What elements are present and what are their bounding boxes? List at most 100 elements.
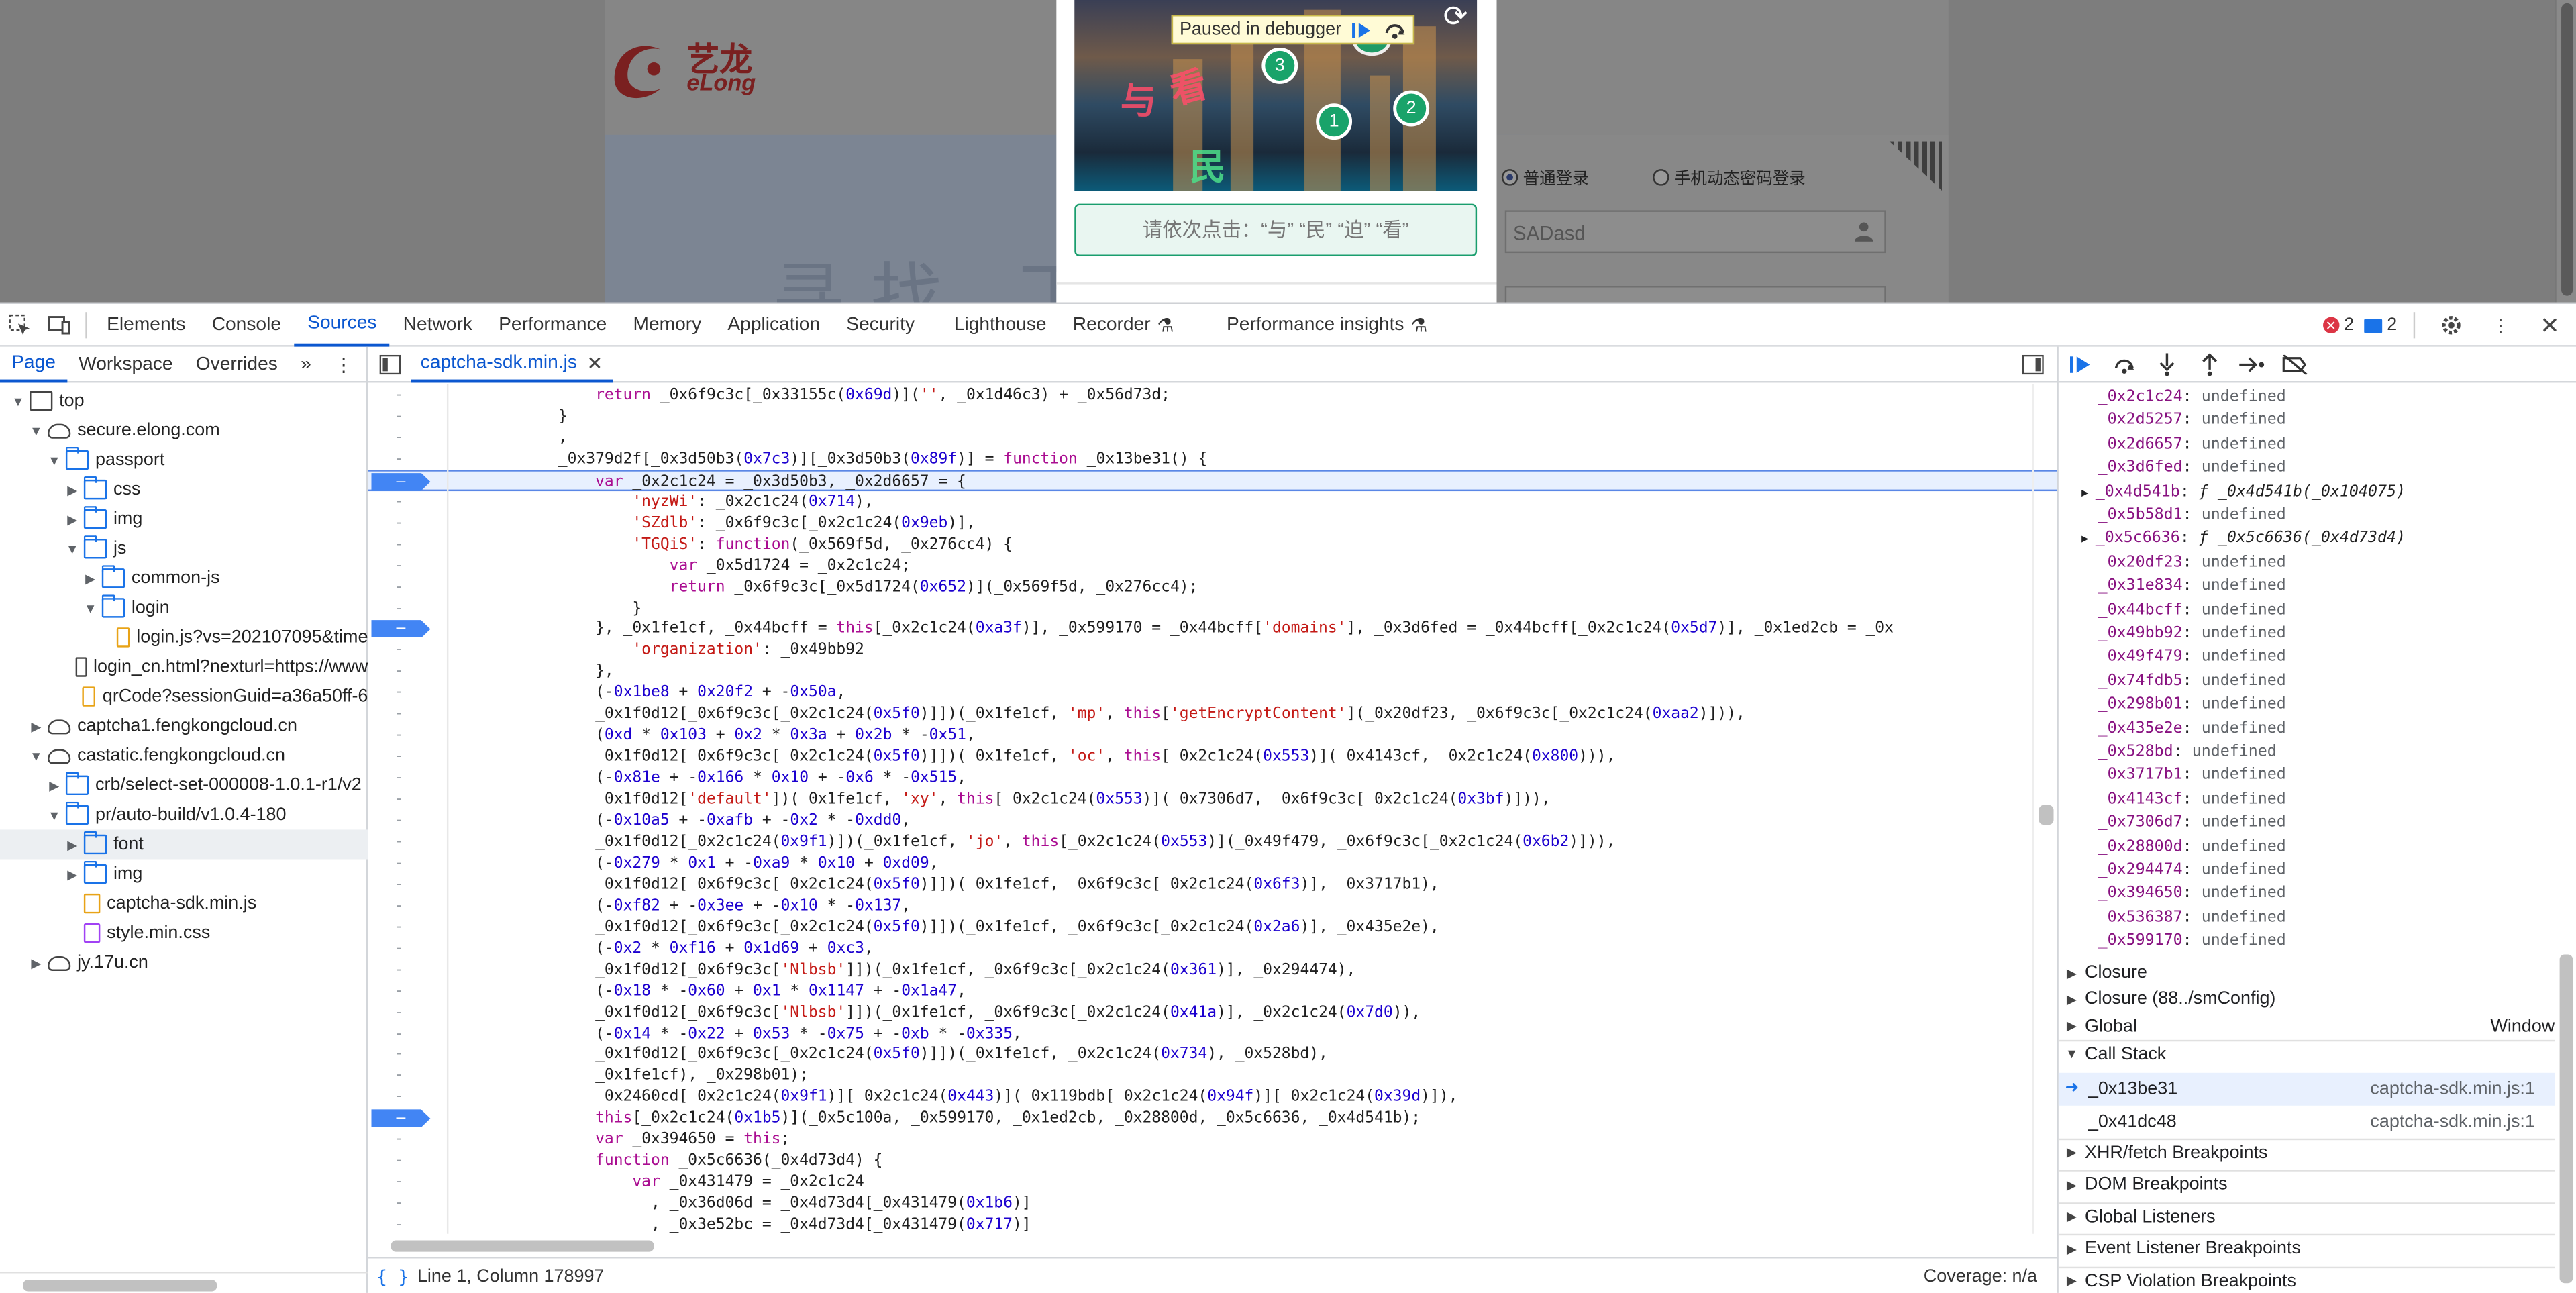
step-into-button[interactable] xyxy=(2154,351,2180,377)
navigator-menu-button[interactable]: ⋮ xyxy=(323,346,364,382)
triangle-down-icon[interactable]: ▼ xyxy=(46,453,62,468)
captcha-marker-2[interactable]: 2 xyxy=(1393,90,1430,127)
triangle-right-icon[interactable]: ▶ xyxy=(64,837,80,851)
tab-performance[interactable]: Performance xyxy=(486,303,620,346)
line-gutter[interactable]: - xyxy=(368,725,430,746)
line-gutter[interactable]: - xyxy=(368,895,430,917)
captcha-marker-1[interactable]: 1 xyxy=(1316,103,1353,140)
scope-variable[interactable]: ▶ _0x4d541b: ƒ _0x4d541b(_0x104075) xyxy=(2059,480,2555,504)
scroll-thumb[interactable] xyxy=(391,1240,654,1252)
tab-recorder[interactable]: Recorder ⚗ xyxy=(1060,303,1187,346)
code-line[interactable]: - var _0x394650 = this; xyxy=(368,1129,2057,1151)
code-line[interactable]: - var _0x431479 = _0x2c1c24 xyxy=(368,1172,2057,1193)
code-line[interactable]: - _0x1fe1cf), _0x298b01); xyxy=(368,1066,2057,1087)
line-gutter[interactable]: - xyxy=(368,490,430,512)
more-options-button[interactable]: ⋮ xyxy=(2481,304,2520,347)
code-line[interactable]: - (0xd * 0x103 + 0x2 * 0x3a + 0x2b * -0x… xyxy=(368,725,2057,746)
scroll-thumb[interactable] xyxy=(2559,954,2573,1284)
tree-item[interactable]: ▶ crb/select-set-000008-1.0.1-r1/v2 xyxy=(0,770,368,800)
tree-item[interactable]: ▶ captcha1.fengkongcloud.cn xyxy=(0,711,368,741)
step-button[interactable] xyxy=(2239,351,2265,377)
scope-variable[interactable]: ▶ _0x5c6636: ƒ _0x5c6636(_0x4d73d4) xyxy=(2059,528,2555,552)
tab-console[interactable]: Console xyxy=(199,303,295,346)
scope-variable[interactable]: _0x49f479: undefined xyxy=(2059,646,2555,670)
code-line[interactable]: - 'organization': _0x49bb92 xyxy=(368,639,2057,661)
step-over-button[interactable] xyxy=(2111,351,2137,377)
line-gutter[interactable]: - xyxy=(368,810,430,831)
device-toolbar-button[interactable] xyxy=(40,303,79,346)
code-line[interactable]: - , _0x3e52bc = _0x4d73d4[_0x431479(0x71… xyxy=(368,1214,2057,1234)
breakpoint-section[interactable]: ▶ CSP Violation Breakpoints xyxy=(2058,1266,2555,1292)
line-gutter[interactable]: - xyxy=(368,406,430,427)
code-line[interactable]: - _0x1f0d12[_0x6f9c3c[_0x2c1c24(0x5f0)]]… xyxy=(368,917,2057,938)
code-line[interactable]: - 'SZdlb': _0x6f9c3c[_0x2c1c24(0x9eb)], xyxy=(368,512,2057,533)
line-gutter[interactable]: - xyxy=(368,1086,430,1108)
page-scrollbar[interactable] xyxy=(2555,0,2576,303)
line-gutter[interactable]: - xyxy=(368,1023,430,1044)
code-line[interactable]: - }, xyxy=(368,661,2057,682)
code-line[interactable]: - (-0x279 * 0x1 + -0xa9 * 0x10 + 0xd09, xyxy=(368,852,2057,874)
scope-variable[interactable]: _0x3d6fed: undefined xyxy=(2059,457,2555,480)
line-gutter[interactable]: - xyxy=(368,1129,430,1151)
tab-elements[interactable]: Elements xyxy=(94,303,199,346)
code-line[interactable]: – }, _0x1fe1cf, _0x44bcff = this[_0x2c1c… xyxy=(368,619,2057,640)
line-gutter[interactable]: - xyxy=(368,959,430,980)
scope-variable[interactable]: _0x528bd: undefined xyxy=(2059,741,2555,764)
line-gutter[interactable]: - xyxy=(368,1001,430,1023)
line-gutter[interactable]: - xyxy=(368,427,430,448)
tab-security[interactable]: Security xyxy=(833,303,928,346)
code-line[interactable]: - (-0x14 * -0x22 + 0x53 * -0x75 + -0xb *… xyxy=(368,1023,2057,1044)
tab-memory[interactable]: Memory xyxy=(620,303,715,346)
code-line[interactable]: - (-0x18 * -0x60 + 0x1 * 0x1147 + -0x1a4… xyxy=(368,980,2057,1002)
line-gutter[interactable]: - xyxy=(368,555,430,576)
code-line[interactable]: - _0x1f0d12[_0x6f9c3c['Nlbsb']])(_0x1fe1… xyxy=(368,959,2057,980)
execution-line[interactable]: – var _0x2c1c24 = _0x3d50b3, _0x2d6657 =… xyxy=(368,469,2057,491)
resume-button[interactable] xyxy=(1351,19,1374,39)
scroll-thumb[interactable] xyxy=(23,1280,217,1292)
tree-item[interactable]: ▼ pr/auto-build/v1.0.4-180 xyxy=(0,800,368,829)
scope-section[interactable]: ▶ Closure (88../smConfig) xyxy=(2059,986,2555,1014)
breakpoint-marker[interactable]: – xyxy=(371,1109,431,1128)
file-tab[interactable]: captcha-sdk.min.js ✕ xyxy=(411,346,613,382)
message-count-badge[interactable]: 2 xyxy=(2363,315,2397,335)
call-frame[interactable]: _0x41dc48 captcha-sdk.min.js:1 xyxy=(2059,1105,2555,1138)
breakpoint-section[interactable]: ▶ Global Listeners xyxy=(2058,1202,2555,1230)
scope-variable[interactable]: _0x298b01: undefined xyxy=(2059,694,2555,717)
tab-network[interactable]: Network xyxy=(390,303,485,346)
scope-variable[interactable]: _0x31e834: undefined xyxy=(2059,575,2555,599)
scope-variable[interactable]: _0x4143cf: undefined xyxy=(2059,788,2555,812)
code-line[interactable]: - var _0x5d1724 = _0x2c1c24; xyxy=(368,555,2057,576)
scope-variable[interactable]: _0x74fdb5: undefined xyxy=(2059,670,2555,693)
breakpoint-marker[interactable]: – xyxy=(371,620,431,639)
scope-variable[interactable]: _0x599170: undefined xyxy=(2059,930,2555,953)
close-tab-icon[interactable]: ✕ xyxy=(587,351,603,374)
scope-variable[interactable]: _0x3717b1: undefined xyxy=(2059,764,2555,788)
line-gutter[interactable]: – xyxy=(368,1108,431,1129)
line-gutter[interactable]: - xyxy=(368,682,430,704)
scope-variable[interactable]: _0x5b58d1: undefined xyxy=(2059,505,2555,528)
tab-lighthouse[interactable]: Lighthouse xyxy=(941,303,1060,346)
code-line[interactable]: - } xyxy=(368,597,2057,619)
triangle-right-icon[interactable]: ▶ xyxy=(46,778,62,792)
tree-item[interactable]: ▶ font xyxy=(0,829,368,860)
refresh-icon[interactable]: ⟳ xyxy=(1436,0,1476,36)
scope-variable[interactable]: _0x28800d: undefined xyxy=(2059,835,2555,859)
line-gutter[interactable]: - xyxy=(368,1150,430,1172)
resume-button[interactable] xyxy=(2069,351,2095,377)
triangle-down-icon[interactable]: ▼ xyxy=(28,423,44,437)
tab-page[interactable]: Page xyxy=(0,346,68,382)
scope-variable[interactable]: _0x49bb92: undefined xyxy=(2059,623,2555,646)
line-gutter[interactable]: - xyxy=(368,874,430,895)
code-line[interactable]: - (-0xf82 + -0x3ee + -0x10 * -0x137, xyxy=(368,895,2057,917)
editor-vscrollbar[interactable] xyxy=(2032,384,2057,1234)
tree-item[interactable]: ▼ passport xyxy=(0,446,368,475)
triangle-down-icon[interactable]: ▼ xyxy=(64,541,80,556)
tree-item[interactable]: captcha-sdk.min.js xyxy=(0,889,368,919)
scope-variable[interactable]: _0x394650: undefined xyxy=(2059,883,2555,907)
triangle-down-icon[interactable]: ▼ xyxy=(10,393,26,408)
code-line[interactable]: - _0x379d2f[_0x3d50b3(0x7c3)][_0x3d50b3(… xyxy=(368,448,2057,470)
triangle-right-icon[interactable]: ▶ xyxy=(64,512,80,527)
tab-application[interactable]: Application xyxy=(715,303,833,346)
call-stack-header[interactable]: ▼ Call Stack xyxy=(2058,1039,2555,1068)
tree-item[interactable]: ▶ jy.17u.cn xyxy=(0,948,368,978)
